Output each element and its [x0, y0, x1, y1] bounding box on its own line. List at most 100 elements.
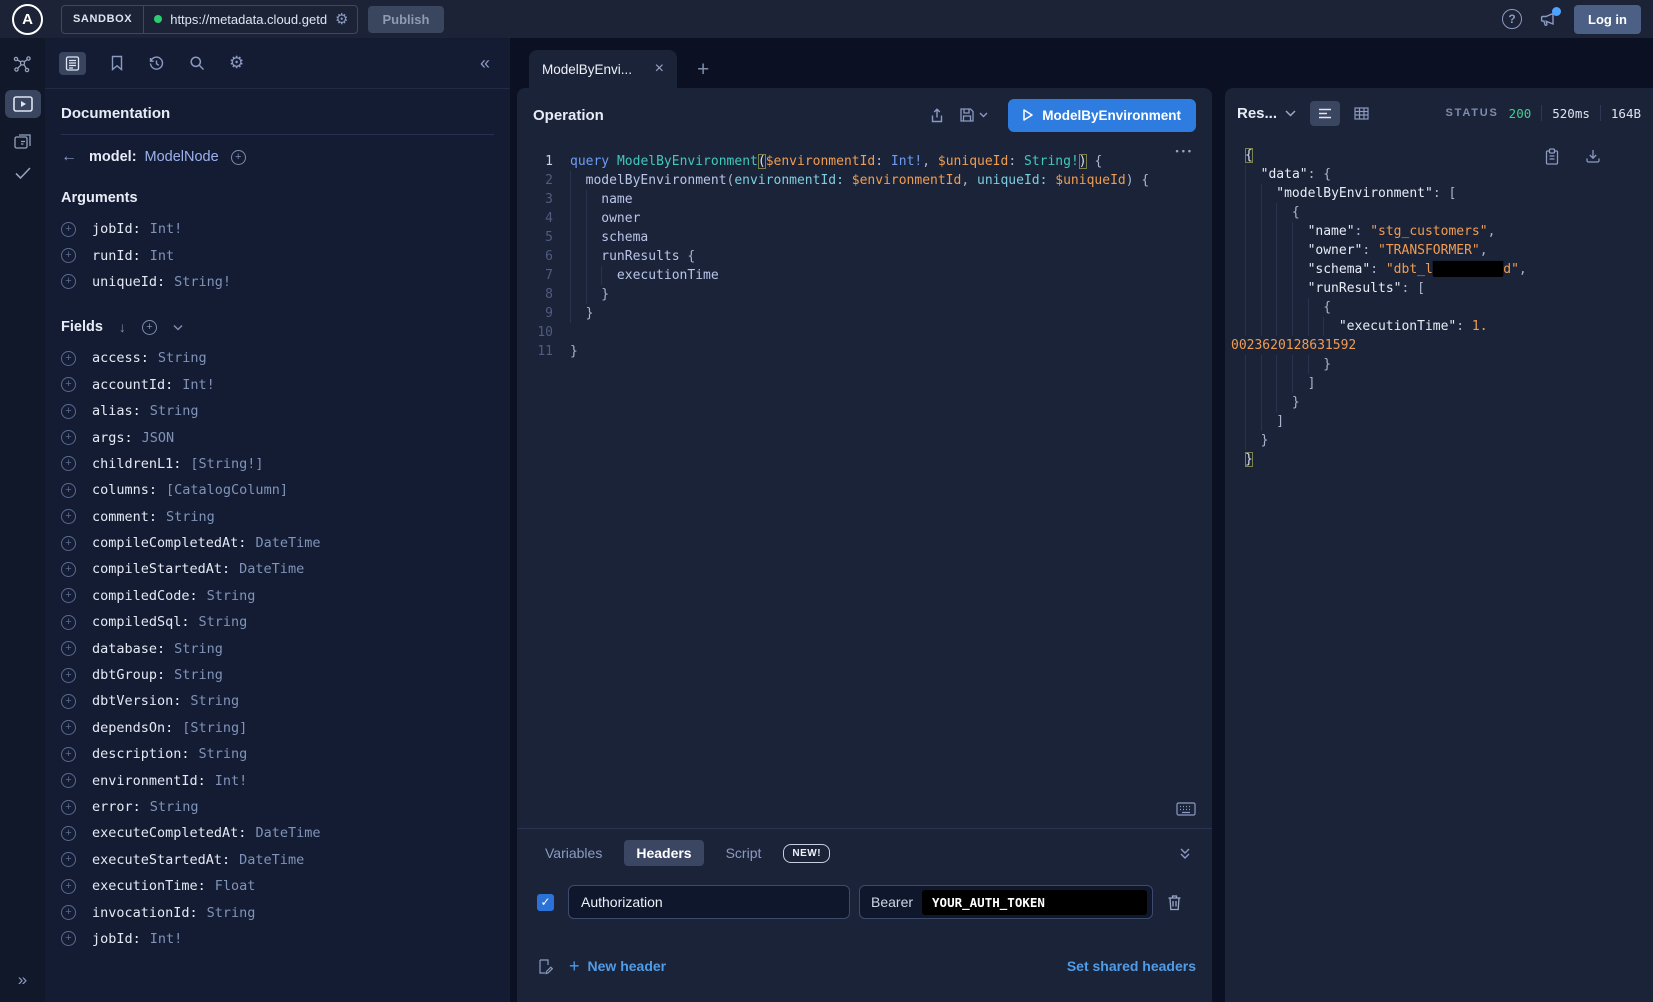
login-button[interactable]: Log in: [1574, 5, 1641, 34]
circle-plus-icon[interactable]: [61, 274, 76, 289]
field-row[interactable]: childrenL1:[String!]: [61, 451, 494, 477]
circle-plus-icon[interactable]: [61, 641, 76, 656]
publish-button[interactable]: Publish: [368, 6, 445, 33]
field-row[interactable]: error:String: [61, 794, 494, 820]
field-row[interactable]: args:JSON: [61, 424, 494, 450]
field-row[interactable]: dependsOn:[String]: [61, 715, 494, 741]
help-icon[interactable]: [1502, 9, 1522, 29]
trash-icon[interactable]: [1167, 894, 1182, 911]
circle-plus-icon[interactable]: [61, 905, 76, 920]
chevron-down-icon[interactable]: [1285, 110, 1296, 117]
header-key-input[interactable]: [568, 885, 850, 919]
circle-plus-icon[interactable]: [61, 377, 76, 392]
graph-icon[interactable]: [12, 54, 33, 75]
collapse-panel-icon[interactable]: [480, 53, 496, 74]
set-shared-headers-link[interactable]: Set shared headers: [1067, 958, 1196, 974]
circle-plus-icon[interactable]: [61, 931, 76, 946]
checklist-icon[interactable]: [14, 166, 32, 180]
code-line[interactable]: 5schema: [517, 228, 1212, 247]
circle-plus-icon[interactable]: [61, 404, 76, 419]
field-row[interactable]: executeStartedAt:DateTime: [61, 847, 494, 873]
field-row[interactable]: compiledSql:String: [61, 609, 494, 635]
breadcrumb-type[interactable]: ModelNode: [145, 149, 219, 165]
table-view-icon[interactable]: [1346, 101, 1376, 126]
code-line[interactable]: 11}: [517, 342, 1212, 361]
circle-plus-icon[interactable]: [61, 800, 76, 815]
circle-plus-icon[interactable]: [61, 694, 76, 709]
circle-plus-icon[interactable]: [61, 456, 76, 471]
documentation-icon[interactable]: [59, 52, 86, 75]
circle-plus-icon[interactable]: [61, 747, 76, 762]
circle-plus-icon[interactable]: [61, 430, 76, 445]
circle-plus-icon[interactable]: [61, 826, 76, 841]
field-row[interactable]: uniqueId:String!: [61, 269, 494, 295]
query-editor[interactable]: 1query ModelByEnvironment($environmentId…: [517, 142, 1212, 828]
code-line[interactable]: 3name: [517, 190, 1212, 209]
tray-tab-variables[interactable]: Variables: [533, 840, 614, 866]
field-row[interactable]: accountId:Int!: [61, 372, 494, 398]
gear-icon[interactable]: [327, 10, 356, 28]
circle-plus-icon[interactable]: [142, 320, 157, 335]
field-row[interactable]: executeCompletedAt:DateTime: [61, 820, 494, 846]
circle-plus-icon[interactable]: [61, 351, 76, 366]
field-row[interactable]: invocationId:String: [61, 899, 494, 925]
field-row[interactable]: access:String: [61, 345, 494, 371]
collections-icon[interactable]: [13, 133, 33, 151]
field-row[interactable]: dbtVersion:String: [61, 688, 494, 714]
circle-plus-icon[interactable]: [61, 615, 76, 630]
circle-plus-icon[interactable]: [61, 222, 76, 237]
auth-token-value[interactable]: YOUR_AUTH_TOKEN: [922, 890, 1147, 915]
back-arrow-icon[interactable]: [61, 148, 77, 166]
code-line[interactable]: 2modelByEnvironment(environmentId: $envi…: [517, 171, 1212, 190]
field-row[interactable]: columns:[CatalogColumn]: [61, 477, 494, 503]
history-icon[interactable]: [148, 55, 165, 72]
code-line[interactable]: 7executionTime: [517, 266, 1212, 285]
circle-plus-icon[interactable]: [61, 588, 76, 603]
share-icon[interactable]: [929, 107, 945, 124]
bookmark-icon[interactable]: [110, 55, 124, 71]
circle-plus-icon[interactable]: [61, 483, 76, 498]
edit-json-icon[interactable]: [537, 958, 553, 975]
code-line[interactable]: 9}: [517, 304, 1212, 323]
circle-plus-icon[interactable]: [231, 150, 246, 165]
tray-tab-headers[interactable]: Headers: [624, 840, 703, 866]
header-enabled-checkbox[interactable]: [537, 894, 554, 911]
explorer-icon[interactable]: [5, 90, 41, 118]
copy-icon[interactable]: [1545, 148, 1559, 165]
new-header-button[interactable]: New header: [569, 957, 666, 975]
field-row[interactable]: compileCompletedAt:DateTime: [61, 530, 494, 556]
gear-icon[interactable]: [229, 53, 244, 73]
field-row[interactable]: comment:String: [61, 504, 494, 530]
save-icon[interactable]: [959, 107, 975, 123]
text-view-icon[interactable]: [1310, 101, 1340, 126]
circle-plus-icon[interactable]: [61, 668, 76, 683]
keyboard-shortcuts-icon[interactable]: [1176, 802, 1196, 816]
circle-plus-icon[interactable]: [61, 773, 76, 788]
field-row[interactable]: jobId:Int!: [61, 216, 494, 242]
code-line[interactable]: 8}: [517, 285, 1212, 304]
collapse-chevrons-icon[interactable]: [1178, 847, 1196, 860]
download-icon[interactable]: [1585, 148, 1601, 165]
field-row[interactable]: description:String: [61, 741, 494, 767]
chevron-down-icon[interactable]: [173, 324, 183, 331]
announcements-icon[interactable]: [1538, 10, 1558, 28]
code-line[interactable]: 1query ModelByEnvironment($environmentId…: [517, 152, 1212, 171]
code-line[interactable]: 6runResults {: [517, 247, 1212, 266]
field-row[interactable]: dbtGroup:String: [61, 662, 494, 688]
field-row[interactable]: executionTime:Float: [61, 873, 494, 899]
circle-plus-icon[interactable]: [61, 879, 76, 894]
field-row[interactable]: compiledCode:String: [61, 583, 494, 609]
sort-icon[interactable]: [119, 319, 126, 335]
code-line[interactable]: 4owner: [517, 209, 1212, 228]
search-icon[interactable]: [189, 55, 205, 71]
expand-rail-icon[interactable]: [18, 970, 27, 990]
endpoint-url[interactable]: https://metadata.cloud.getd: [170, 12, 327, 27]
apollo-logo[interactable]: A: [12, 4, 43, 35]
field-row[interactable]: database:String: [61, 635, 494, 661]
tray-tab-script[interactable]: Script: [714, 840, 774, 866]
operation-tab[interactable]: ModelByEnvi...: [529, 50, 677, 88]
circle-plus-icon[interactable]: [61, 248, 76, 263]
chevron-down-icon[interactable]: [979, 112, 988, 118]
circle-plus-icon[interactable]: [61, 509, 76, 524]
circle-plus-icon[interactable]: [61, 720, 76, 735]
